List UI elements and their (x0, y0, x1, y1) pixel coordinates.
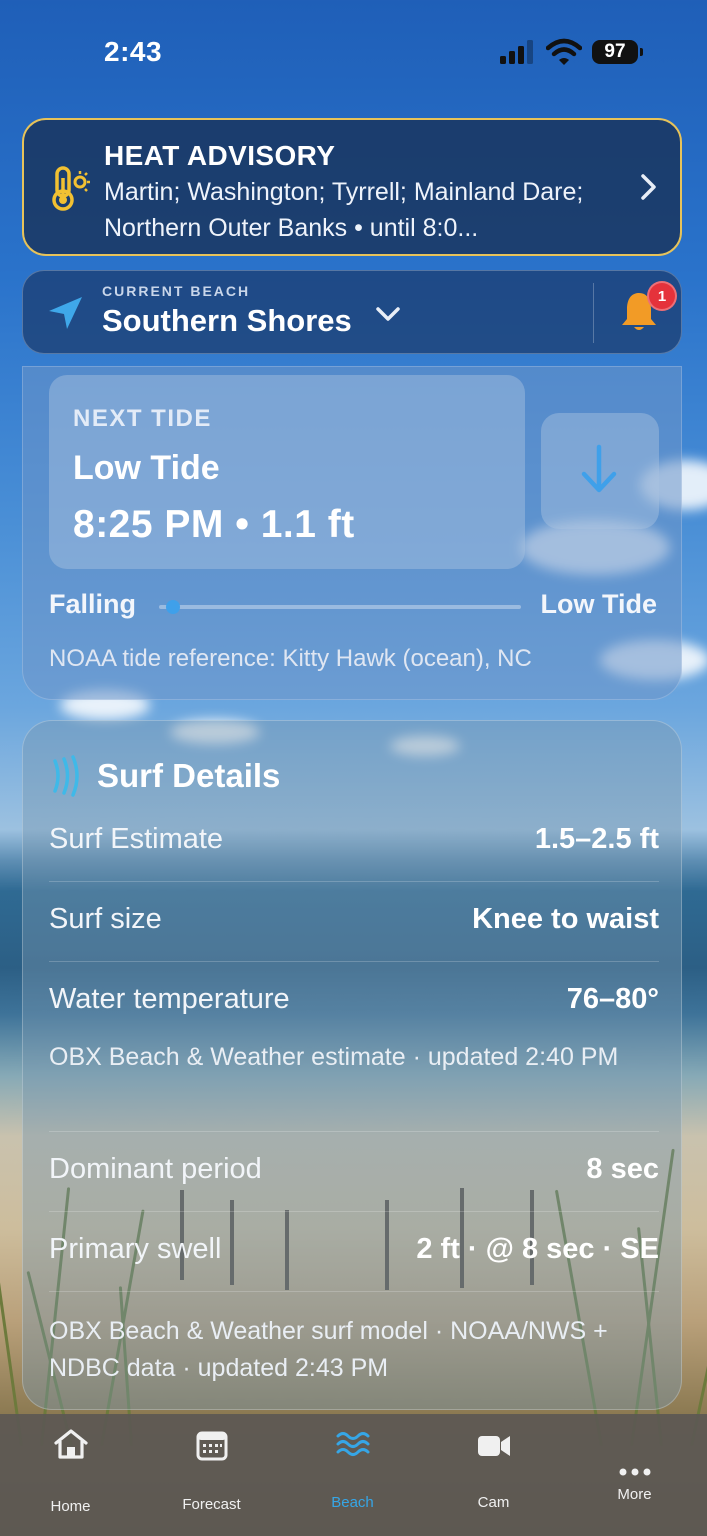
surf-estimate-row: Surf Estimate 1.5–2.5 ft (49, 823, 659, 863)
tab-more[interactable]: More (564, 1414, 705, 1536)
heat-advisory-banner[interactable]: HEAT ADVISORY Martin; Washington; Tyrrel… (22, 118, 682, 256)
row-value: 8 sec (586, 1153, 659, 1185)
surf-model-note: OBX Beach & Weather surf model · NOAA/NW… (49, 1317, 608, 1382)
row-label: Primary swell (49, 1233, 222, 1265)
chevron-right-icon (641, 174, 656, 200)
tab-forecast[interactable]: Forecast (141, 1414, 282, 1536)
tide-progress-track (159, 600, 521, 614)
primary-swell-row: Primary swell 2 ft · @ 8 sec · SE (49, 1233, 659, 1273)
notification-badge: 1 (647, 281, 677, 311)
tide-trend-label: Falling (49, 589, 136, 619)
current-beach-caption: CURRENT BEACH (102, 283, 251, 299)
divider (49, 1131, 659, 1132)
tab-label: More (617, 1486, 652, 1503)
water-temperature-note: OBX Beach & Weather estimate · updated 2… (49, 1043, 619, 1071)
tide-type: Low Tide (73, 449, 220, 487)
row-value: 76–80° (566, 983, 659, 1015)
next-tide-card: NEXT TIDE Low Tide 8:25 PM • 1.1 ft Fall… (22, 366, 682, 700)
video-camera-icon (477, 1436, 510, 1456)
tide-reference: NOAA tide reference: Kitty Hawk (ocean),… (49, 645, 532, 672)
water-temperature-row: Water temperature 76–80° (49, 983, 659, 1023)
tide-target-label: Low Tide (540, 589, 657, 619)
surf-waves-icon (53, 755, 79, 797)
location-arrow-icon (49, 297, 82, 329)
row-value: Knee to waist (472, 903, 659, 935)
tide-progress-knob (166, 600, 180, 614)
battery-indicator: 97 (592, 40, 643, 64)
tab-beach[interactable]: Beach (282, 1414, 423, 1536)
divider (49, 1291, 659, 1292)
tab-label: Beach (331, 1494, 374, 1511)
tab-home[interactable]: Home (0, 1414, 141, 1536)
row-label: Surf Estimate (49, 823, 224, 855)
row-label: Surf size (49, 903, 162, 935)
calendar-icon (196, 1431, 227, 1461)
advisory-body: Martin; Washington; Tyrrell; Mainland Da… (104, 178, 584, 242)
row-label: Water temperature (49, 983, 290, 1015)
row-value: 2 ft · @ 8 sec · SE (416, 1233, 659, 1265)
cellular-signal-icon (500, 40, 533, 64)
tab-cam[interactable]: Cam (423, 1414, 564, 1536)
divider (49, 881, 659, 882)
tab-label: Cam (477, 1494, 510, 1511)
divider (49, 961, 659, 962)
chevron-down-icon (376, 307, 400, 321)
wifi-icon (546, 38, 582, 65)
divider (593, 283, 594, 343)
divider (49, 1211, 659, 1212)
tide-caption: NEXT TIDE (73, 405, 212, 432)
home-icon (53, 1429, 88, 1459)
current-beach-selector[interactable]: CURRENT BEACH Southern Shores 1 (22, 270, 682, 354)
tab-bar: Home Forecast Beach Cam More (0, 1414, 707, 1536)
status-bar: 2:43 97 (0, 0, 707, 100)
surf-details-card: Surf Details Surf Estimate 1.5–2.5 ft Su… (22, 720, 682, 1410)
row-value: 1.5–2.5 ft (534, 823, 659, 855)
surf-size-row: Surf size Knee to waist (49, 903, 659, 943)
advisory-title: HEAT ADVISORY (104, 140, 336, 171)
row-label: Dominant period (49, 1153, 262, 1185)
current-beach-name: Southern Shores (102, 303, 352, 338)
waves-icon (336, 1432, 369, 1456)
more-dots-icon (619, 1468, 650, 1476)
tide-summary: NEXT TIDE Low Tide 8:25 PM • 1.1 ft (49, 375, 525, 569)
tab-label: Forecast (182, 1496, 241, 1513)
dominant-period-row: Dominant period 8 sec (49, 1153, 659, 1193)
surf-title: Surf Details (97, 757, 281, 794)
arrow-down-icon (581, 444, 617, 493)
tab-label: Home (50, 1498, 91, 1515)
tide-time-height: 8:25 PM • 1.1 ft (73, 503, 355, 546)
status-time: 2:43 (104, 36, 163, 67)
thermometer-sun-icon (52, 166, 90, 211)
tide-direction-box (541, 413, 659, 529)
